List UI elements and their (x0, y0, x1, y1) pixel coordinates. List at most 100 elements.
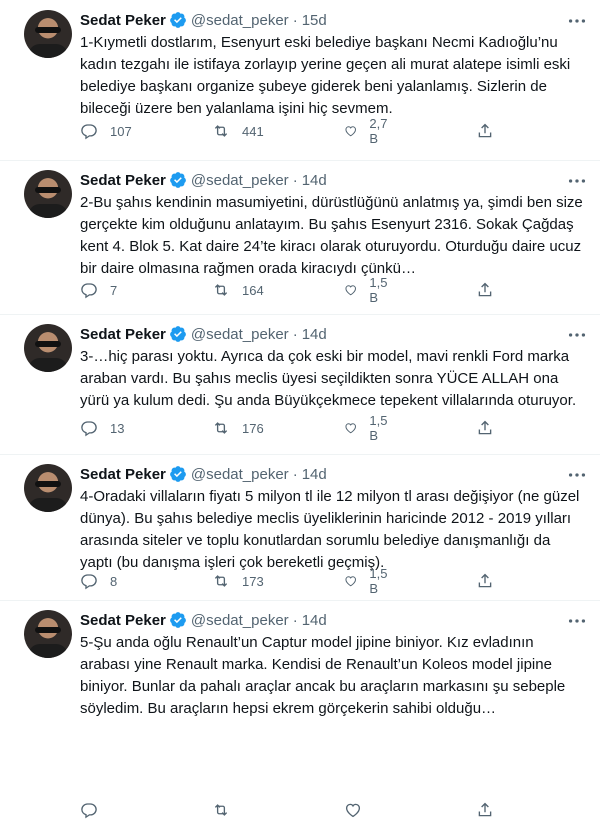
more-icon[interactable] (566, 170, 588, 192)
reply-icon (81, 283, 97, 299)
avatar[interactable] (24, 464, 72, 512)
reply-count: 8 (110, 573, 118, 589)
reply-icon (81, 574, 97, 590)
avatar[interactable] (24, 10, 72, 58)
tweet-text: 4-Oradaki villaların fiyatı 5 milyon tl … (80, 488, 580, 571)
separator-dot: · (292, 11, 298, 29)
tweet-header: Sedat Peker @sedat_peker · 15d (80, 10, 327, 30)
reply-button[interactable]: 13 (80, 418, 124, 438)
reply-icon (81, 421, 97, 437)
like-icon (345, 423, 356, 434)
author-handle[interactable]: @sedat_peker (191, 12, 289, 29)
author-name[interactable]: Sedat Peker (80, 612, 166, 629)
like-icon (345, 803, 361, 818)
more-icon[interactable] (566, 610, 588, 632)
tweet[interactable]: Sedat Peker @sedat_peker · 14d 5-Şu anda… (0, 600, 600, 819)
separator-dot: · (292, 611, 298, 629)
share-icon (478, 420, 492, 435)
author-name[interactable]: Sedat Peker (80, 326, 166, 343)
avatar[interactable] (24, 170, 72, 218)
share-icon (478, 282, 492, 297)
retweet-button[interactable]: 176 (212, 418, 264, 438)
share-button[interactable] (476, 800, 494, 820)
like-button[interactable] (344, 800, 374, 820)
tweet[interactable]: Sedat Peker @sedat_peker · 14d 3-…hiç pa… (0, 314, 600, 455)
share-button[interactable] (476, 571, 494, 591)
reply-count: 107 (110, 123, 132, 139)
like-count: 1,5 B (369, 413, 388, 443)
retweet-icon (214, 125, 228, 137)
verified-badge-icon (170, 612, 186, 628)
retweet-count: 173 (242, 573, 264, 589)
avatar[interactable] (24, 324, 72, 372)
like-button[interactable]: 1,5 B (344, 275, 392, 305)
verified-badge-icon (170, 12, 186, 28)
reply-button[interactable]: 8 (80, 571, 117, 591)
like-count: 1,5 B (369, 566, 388, 596)
tweet-header: Sedat Peker @sedat_peker · 14d (80, 170, 327, 190)
tweet-text: 5-Şu anda oğlu Renault’un Captur model j… (80, 634, 566, 717)
more-icon[interactable] (566, 324, 588, 346)
tweet-header: Sedat Peker @sedat_peker · 14d (80, 324, 327, 344)
tweet-text: 1-Kıymetli dostlarım, Esenyurt eski bele… (80, 34, 571, 117)
share-icon (478, 123, 492, 138)
tweet[interactable]: Sedat Peker @sedat_peker · 15d 1-Kıymetl… (0, 0, 600, 161)
like-count: 1,5 B (369, 275, 388, 305)
tweet-text: 2-Bu şahıs kendinin masumiyetini, dürüst… (80, 194, 583, 277)
retweet-count: 441 (242, 123, 264, 139)
reply-count: 7 (110, 282, 118, 298)
tweet[interactable]: Sedat Peker @sedat_peker · 14d 4-Oradaki… (0, 454, 600, 601)
author-name[interactable]: Sedat Peker (80, 466, 166, 483)
reply-button[interactable] (80, 800, 110, 820)
retweet-icon (214, 804, 228, 816)
tweet-time[interactable]: 14d (302, 466, 327, 483)
share-button[interactable] (476, 121, 494, 141)
tweet-time[interactable]: 14d (302, 612, 327, 629)
verified-badge-icon (170, 466, 186, 482)
retweet-icon (214, 575, 228, 587)
reply-button[interactable]: 7 (80, 280, 117, 300)
like-count: 2,7 B (369, 116, 388, 146)
like-button[interactable]: 1,5 B (344, 413, 392, 443)
tweet-header: Sedat Peker @sedat_peker · 14d (80, 610, 327, 630)
tweet[interactable]: Sedat Peker @sedat_peker · 14d 2-Bu şahı… (0, 160, 600, 315)
author-name[interactable]: Sedat Peker (80, 12, 166, 29)
author-handle[interactable]: @sedat_peker (191, 466, 289, 483)
author-name[interactable]: Sedat Peker (80, 172, 166, 189)
share-button[interactable] (476, 280, 494, 300)
timeline: Sedat Peker @sedat_peker · 15d 1-Kıymetl… (0, 0, 600, 819)
verified-badge-icon (170, 172, 186, 188)
retweet-button[interactable] (212, 800, 242, 820)
retweet-button[interactable]: 173 (212, 571, 264, 591)
tweet-header: Sedat Peker @sedat_peker · 14d (80, 464, 327, 484)
tweet-text: 3-…hiç parası yoktu. Ayrıca da çok eski … (80, 348, 577, 409)
reply-icon (81, 124, 97, 140)
retweet-button[interactable]: 441 (212, 121, 264, 141)
reply-button[interactable]: 107 (80, 121, 132, 141)
retweet-icon (214, 422, 228, 434)
like-icon (345, 126, 356, 137)
author-handle[interactable]: @sedat_peker (191, 612, 289, 629)
tweet-time[interactable]: 15d (302, 12, 327, 29)
like-icon (345, 285, 356, 296)
separator-dot: · (292, 171, 298, 189)
avatar[interactable] (24, 610, 72, 658)
share-icon (478, 802, 492, 817)
like-button[interactable]: 2,7 B (344, 116, 392, 146)
retweet-icon (214, 284, 228, 296)
tweet-time[interactable]: 14d (302, 326, 327, 343)
reply-icon (81, 803, 97, 819)
like-button[interactable]: 1,5 B (344, 566, 392, 596)
share-button[interactable] (476, 418, 494, 438)
author-handle[interactable]: @sedat_peker (191, 326, 289, 343)
more-icon[interactable] (566, 464, 588, 486)
separator-dot: · (292, 465, 298, 483)
retweet-button[interactable]: 164 (212, 280, 264, 300)
more-icon[interactable] (566, 10, 588, 32)
like-icon (345, 576, 356, 587)
share-icon (478, 573, 492, 588)
tweet-time[interactable]: 14d (302, 172, 327, 189)
reply-count: 13 (110, 420, 125, 436)
retweet-count: 176 (242, 420, 264, 436)
author-handle[interactable]: @sedat_peker (191, 172, 289, 189)
